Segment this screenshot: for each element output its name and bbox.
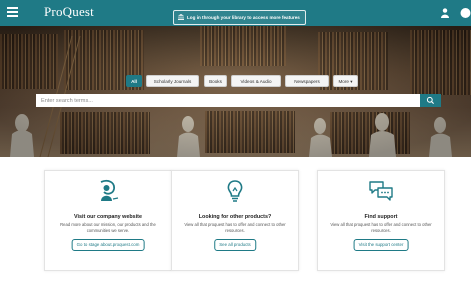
chat-person-icon [100, 179, 119, 201]
card-title: Find support [364, 214, 398, 220]
library-icon [178, 14, 184, 20]
tab-videos-audio[interactable]: Videos & Audio [231, 75, 281, 87]
hero-shade [0, 26, 471, 157]
more-icon[interactable] [460, 8, 471, 18]
tab-all[interactable]: All [126, 75, 142, 87]
menu-icon[interactable] [7, 7, 18, 17]
card-description: View all that proquest has to offer and … [184, 222, 286, 233]
chevron-down-icon: ▾ [350, 79, 353, 84]
top-bar: ProQuest Log in through your library to … [0, 0, 471, 26]
visit-company-button[interactable]: Go to stage about.proquest.com [71, 239, 145, 251]
card-description: View all that proquest has to offer and … [330, 222, 432, 233]
support-center-button[interactable]: Visit the support center [353, 239, 409, 251]
tab-more-label: More [338, 79, 349, 84]
search-input[interactable] [36, 94, 420, 107]
tab-newspapers[interactable]: Newspapers [285, 75, 329, 87]
speech-bubbles-icon [369, 181, 393, 201]
tab-more[interactable]: More ▾ [333, 75, 358, 87]
hero-banner: All Scholarly Journals Books Videos & Au… [0, 26, 471, 157]
card-description: Read more about our mission, our product… [60, 222, 156, 233]
proquest-logo[interactable]: ProQuest [44, 4, 94, 20]
tab-books[interactable]: Books [204, 75, 227, 87]
library-login-label: Log in through your library to access mo… [187, 15, 300, 20]
user-icon[interactable] [441, 8, 449, 18]
other-products-card: Looking for other products? View all tha… [171, 170, 299, 271]
search-button[interactable] [420, 94, 441, 107]
card-title: Visit our company website [74, 214, 142, 220]
see-all-products-button[interactable]: See all products [214, 239, 256, 251]
search-icon [426, 96, 434, 104]
tab-scholarly-journals[interactable]: Scholarly Journals [146, 75, 199, 87]
library-login-button[interactable]: Log in through your library to access mo… [173, 10, 306, 25]
search-bar [36, 94, 441, 107]
company-website-card: Visit our company website Read more abou… [44, 170, 172, 271]
find-support-card: Find support View all that proquest has … [317, 170, 445, 271]
lightbulb-icon [227, 180, 243, 202]
card-title: Looking for other products? [198, 214, 272, 220]
